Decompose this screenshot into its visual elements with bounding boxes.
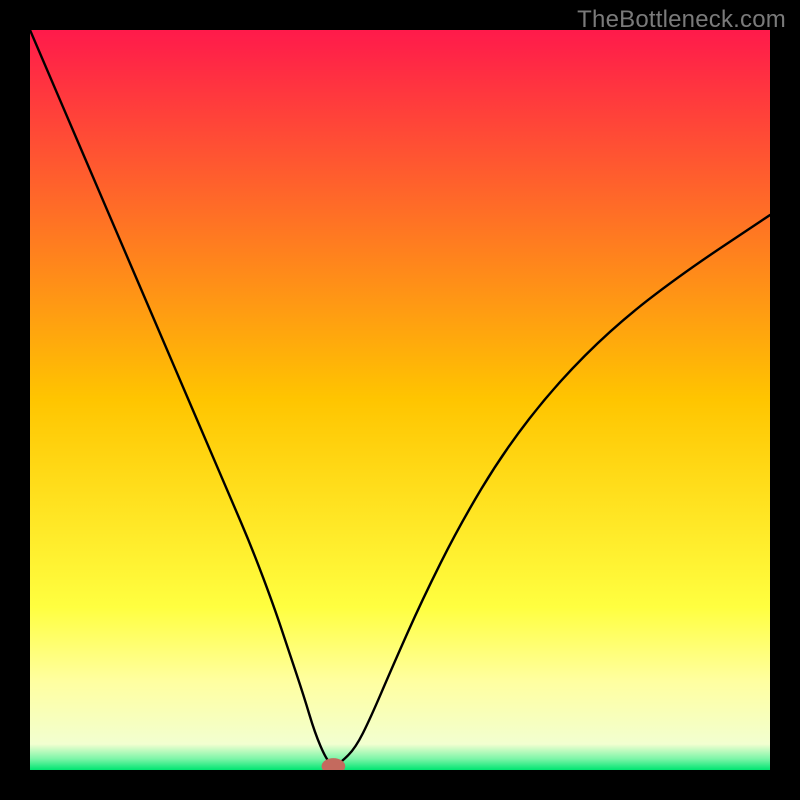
chart-background — [30, 30, 770, 770]
chart-frame: TheBottleneck.com — [0, 0, 800, 800]
chart-plot — [30, 30, 770, 770]
